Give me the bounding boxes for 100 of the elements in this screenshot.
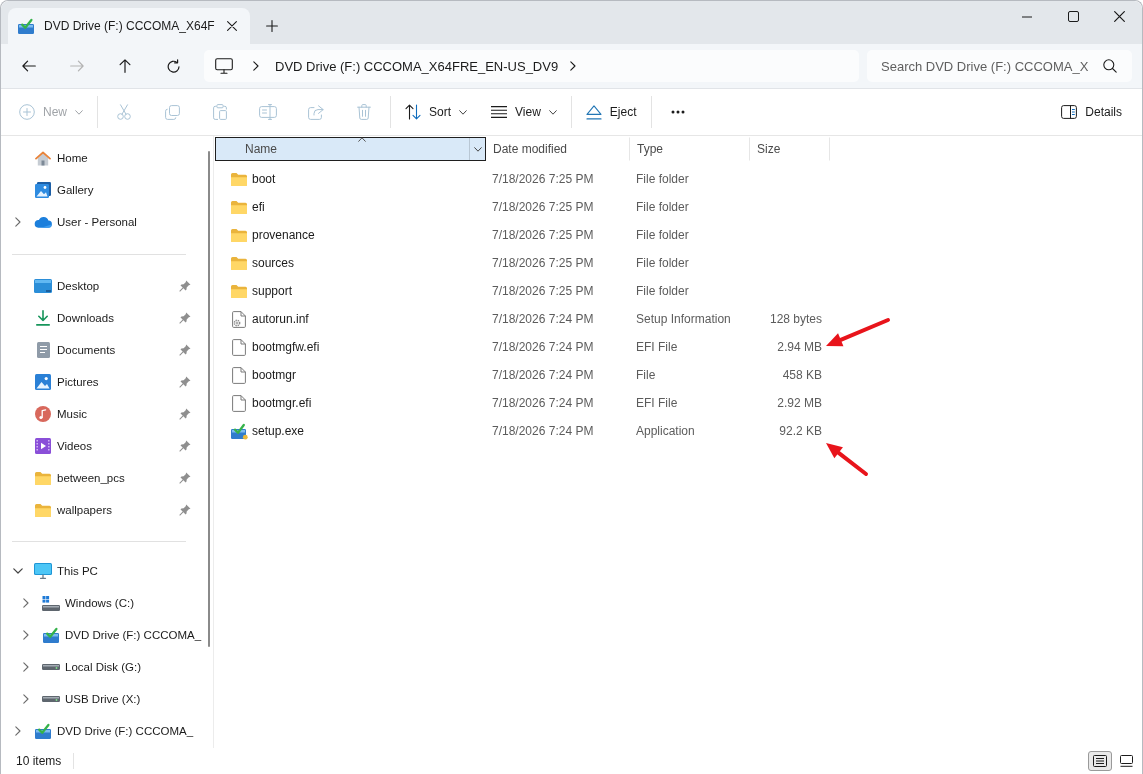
- sidebar-item[interactable]: DVD Drive (F:) CCCOMA_: [1, 619, 205, 651]
- file-type: File folder: [636, 284, 689, 298]
- folder-icon: [35, 503, 51, 517]
- file-icon: [232, 338, 246, 356]
- sidebar-item[interactable]: Documents: [1, 334, 205, 366]
- sidebar-item[interactable]: Home: [1, 142, 205, 174]
- file-name: bootmgr: [252, 368, 297, 382]
- file-icon: [232, 366, 246, 384]
- folder-icon: [231, 172, 247, 186]
- sidebar-item[interactable]: Pictures: [1, 366, 205, 398]
- sidebar-item[interactable]: This PC: [1, 555, 205, 587]
- windows-drive-icon: [42, 595, 60, 611]
- file-row[interactable]: efi 7/18/2026 7:25 PM File folder: [215, 193, 830, 221]
- caret-icon: [473, 146, 482, 152]
- chevron-right-icon: [570, 61, 577, 71]
- close-icon: [1113, 11, 1125, 22]
- plus-circle-icon: [19, 104, 35, 120]
- file-icon: [232, 394, 246, 412]
- up-down-arrows-icon: [405, 104, 421, 120]
- sort-button[interactable]: Sort: [397, 96, 476, 128]
- column-header[interactable]: Name: [215, 137, 486, 161]
- clipboard-icon: [213, 104, 227, 120]
- file-row[interactable]: sources 7/18/2026 7:25 PM File folder: [215, 249, 830, 277]
- drive-icon: [42, 696, 60, 702]
- sidebar-item[interactable]: Videos: [1, 430, 205, 462]
- view-button[interactable]: View: [483, 96, 565, 128]
- side-panel-icon: [1061, 105, 1078, 119]
- file-row[interactable]: autorun.inf 7/18/2026 7:24 PM Setup Information 128 bytes: [215, 305, 830, 333]
- file-type: EFI File: [636, 340, 678, 354]
- sidebar-item[interactable]: wallpapers: [1, 494, 205, 526]
- sidebar-item[interactable]: Gallery: [1, 174, 205, 206]
- home-icon: [35, 150, 51, 166]
- computer-icon: [34, 563, 52, 579]
- drive-check-icon: [35, 723, 51, 739]
- date-modified: 7/18/2026 7:25 PM: [492, 200, 594, 214]
- file-type: File folder: [636, 228, 689, 242]
- drive-icon: [42, 664, 60, 670]
- forward-arrow-icon: [70, 60, 84, 72]
- monitor-icon: [215, 58, 233, 74]
- file-name: bootmgr.efi: [252, 396, 312, 410]
- details-view-button[interactable]: [1088, 751, 1112, 771]
- minimize-icon: [1022, 15, 1032, 18]
- picture-icon: [35, 374, 51, 390]
- date-modified: 7/18/2026 7:24 PM: [492, 424, 594, 438]
- date-modified: 7/18/2026 7:24 PM: [492, 312, 594, 326]
- sidebar-item[interactable]: between_pcs: [1, 462, 205, 494]
- screen-icon: [34, 279, 52, 293]
- file-size: 92.2 KB: [779, 424, 822, 438]
- sidebar-item[interactable]: Downloads: [1, 302, 205, 334]
- column-header[interactable]: Type: [630, 137, 750, 161]
- music-note-icon: [35, 406, 51, 422]
- sidebar-item[interactable]: Windows (C:): [1, 587, 205, 619]
- folder-icon: [231, 200, 247, 214]
- sidebar-item[interactable]: Local Disk (G:): [1, 651, 205, 683]
- gallery-icon: [35, 182, 51, 198]
- file-row[interactable]: bootmgr.efi 7/18/2026 7:24 PM EFI File 2.92 MB: [215, 389, 830, 417]
- download-icon: [36, 310, 50, 326]
- list-lines-icon: [1093, 755, 1107, 767]
- drive-check-icon: [43, 627, 59, 643]
- lines-icon: [491, 106, 508, 118]
- column-header[interactable]: Date modified: [486, 137, 630, 161]
- file-size: 2.92 MB: [777, 396, 822, 410]
- date-modified: 7/18/2026 7:24 PM: [492, 340, 594, 354]
- date-modified: 7/18/2026 7:25 PM: [492, 256, 594, 270]
- back-arrow-icon: [22, 60, 36, 72]
- folder-icon: [35, 471, 51, 485]
- scissors-icon: [117, 104, 131, 120]
- maximize-icon: [1067, 11, 1079, 22]
- sidebar-item[interactable]: Desktop: [1, 270, 205, 302]
- column-header[interactable]: Size: [750, 137, 830, 161]
- date-modified: 7/18/2026 7:25 PM: [492, 228, 594, 242]
- sidebar-item[interactable]: DVD Drive (F:) CCCOMA_: [1, 715, 205, 747]
- address-bar[interactable]: DVD Drive (F:) CCCOMA_X64FRE_EN-US_DV9: [204, 50, 859, 82]
- file-row[interactable]: support 7/18/2026 7:25 PM File folder: [215, 277, 830, 305]
- sidebar-item[interactable]: Music: [1, 398, 205, 430]
- sidebar-item[interactable]: USB Drive (X:): [1, 683, 205, 715]
- file-type: Application: [636, 424, 695, 438]
- eject-button[interactable]: Eject: [577, 96, 645, 128]
- file-name: support: [252, 284, 293, 298]
- details-button[interactable]: Details: [1053, 96, 1130, 128]
- scrollbar-thumb[interactable]: [208, 151, 210, 647]
- file-name: boot: [252, 172, 276, 186]
- file-name: bootmgfw.efi: [252, 340, 320, 354]
- tab[interactable]: DVD Drive (F:) CCCOMA_X64F: [8, 8, 250, 44]
- file-size: 458 KB: [782, 368, 822, 382]
- breadcrumb[interactable]: DVD Drive (F:) CCCOMA_X64FRE_EN-US_DV9: [275, 58, 559, 74]
- file-type: File folder: [636, 172, 689, 186]
- file-name: sources: [252, 256, 295, 270]
- sidebar-item[interactable]: User - Personal: [1, 206, 205, 238]
- file-row[interactable]: bootmgfw.efi 7/18/2026 7:24 PM EFI File 2.94 MB: [215, 333, 830, 361]
- file-type: EFI File: [636, 396, 678, 410]
- file-row[interactable]: bootmgr 7/18/2026 7:24 PM File 458 KB: [215, 361, 830, 389]
- ellipsis-icon: [670, 110, 685, 114]
- file-row[interactable]: setup.exe 7/18/2026 7:24 PM Application 92.2 KB: [215, 417, 830, 445]
- file-row[interactable]: boot 7/18/2026 7:25 PM File folder: [215, 165, 830, 193]
- file-name: provenance: [252, 228, 315, 242]
- chevron-right-icon: [253, 61, 259, 71]
- refresh-icon: [166, 59, 180, 73]
- search-field[interactable]: Search DVD Drive (F:) CCCOMA_X: [867, 50, 1132, 82]
- file-row[interactable]: provenance 7/18/2026 7:25 PM File folder: [215, 221, 830, 249]
